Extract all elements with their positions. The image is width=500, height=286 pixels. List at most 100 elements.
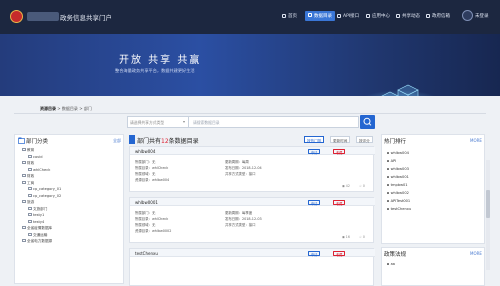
nav-mailbox[interactable]: 政府信箱	[426, 13, 450, 19]
ranking-item[interactable]: whlbw004	[387, 151, 409, 155]
file-icon	[28, 213, 32, 217]
favorite-button[interactable]: 收藏	[333, 199, 346, 206]
folder-icon	[22, 148, 26, 152]
view-count: ◉ 42	[342, 184, 350, 188]
ranking-item[interactable]: whlbw001	[387, 175, 409, 179]
folder-icon	[22, 180, 26, 184]
user-login-status[interactable]: 未登录	[475, 13, 489, 19]
file-icon	[28, 187, 32, 191]
hot-ranking-more-link[interactable]: MORE	[470, 138, 482, 143]
file-icon	[28, 206, 32, 210]
card-field: 发布日期：2018-12-03	[225, 217, 262, 221]
department-category-title: 部门分类	[26, 139, 49, 145]
favorite-button[interactable]: 收藏	[333, 148, 346, 155]
card-field: 更新周期：每季度	[225, 211, 253, 215]
catalog-icon	[308, 13, 312, 17]
hot-ranking-title: 热门排行	[384, 139, 407, 145]
card-field: 共享方式类型：接口	[225, 172, 256, 176]
tree-item[interactable]: 工商	[22, 181, 34, 186]
chevron-down-icon	[183, 121, 185, 123]
card-field: 所属目录：whlCheck	[135, 217, 169, 221]
tree-item[interactable]: covid	[28, 155, 43, 159]
nav-app-center[interactable]: 应用中心	[366, 13, 390, 19]
emblem-logo[interactable]	[10, 10, 23, 23]
card-field: 资源目录：whlbw0002	[135, 229, 172, 233]
folder-icon	[22, 226, 26, 230]
catalog-card[interactable]: whlbw004 申请 收藏 所属部门：无 所属目录：whlCheck 所属领域…	[129, 146, 375, 192]
policy-title: 政策法规	[384, 252, 407, 258]
card-field: 更新周期：每周	[225, 160, 249, 164]
tree-item[interactable]: 旅游	[22, 200, 34, 205]
search-icon	[363, 117, 372, 126]
ranking-item[interactable]: APITest001	[387, 199, 410, 203]
apply-button[interactable]: 申请	[308, 148, 321, 155]
apply-button[interactable]: 申请	[308, 199, 321, 206]
card-field: 发布日期：2018-12-04	[225, 166, 262, 170]
tree-item[interactable]: whlCheck	[28, 168, 50, 172]
file-icon	[28, 167, 32, 171]
mail-icon	[426, 13, 430, 18]
search-input[interactable]: 请搜索数据目录	[190, 116, 358, 128]
tree-item[interactable]: 财政	[22, 161, 34, 166]
folder-icon	[22, 239, 26, 243]
home-icon	[282, 13, 286, 18]
catalog-card[interactable]: testChenxu 申请 收藏	[129, 248, 375, 286]
sort-rating-button[interactable]: 按评分	[356, 136, 373, 143]
search-button[interactable]	[360, 115, 375, 129]
sort-hot-button[interactable]: 按热门排	[304, 136, 325, 143]
nav-catalog[interactable]: 数据目录	[305, 10, 335, 21]
ranking-item[interactable]: testChenxu	[387, 207, 411, 211]
view-count: ◉ 16	[342, 235, 350, 239]
file-icon	[28, 193, 32, 197]
star-count: ☆ 0	[359, 235, 365, 239]
apply-button[interactable]: 申请	[308, 250, 321, 257]
file-icon	[28, 219, 32, 223]
nav-api[interactable]: API接口	[337, 13, 359, 19]
tree-item[interactable]: cp_category_01	[28, 187, 61, 191]
star-count: ☆ 0	[359, 184, 365, 188]
breadcrumb-item-root[interactable]: 资源目录	[40, 106, 56, 111]
policy-item[interactable]: aa	[387, 262, 395, 266]
card-field: 所属目录：whlCheck	[135, 166, 169, 170]
category-all-link[interactable]: 全部	[113, 138, 121, 144]
policy-more-link[interactable]: MORE	[470, 251, 482, 256]
nav-home[interactable]: 首页	[282, 13, 297, 19]
card-field: 共享方式类型：接口	[225, 223, 256, 227]
folder-icon	[22, 200, 26, 204]
banner-subtitle: 整合海量政务共享平台，数据共建更好生活	[115, 68, 195, 73]
tree-item[interactable]: 教育	[22, 148, 34, 153]
share-type-select[interactable]: 请选择共享方式类型	[127, 116, 189, 128]
catalog-count: 12	[161, 138, 169, 145]
app-icon	[366, 13, 370, 18]
tree-item[interactable]: 文旅部门	[28, 207, 47, 212]
sort-update-button[interactable]: 更新时间	[330, 136, 351, 143]
breadcrumb-item-department[interactable]: 部门	[84, 106, 92, 111]
user-avatar[interactable]	[462, 10, 473, 21]
ranking-item[interactable]: whlbw002	[387, 191, 409, 195]
divider	[14, 113, 486, 114]
tree-item[interactable]: 全省疫情数据库	[22, 226, 52, 231]
tree-item[interactable]: cp_category_02	[28, 194, 61, 198]
card-field: 所属部门：无	[135, 211, 156, 215]
card-title[interactable]: whlbw004	[135, 149, 155, 154]
tree-item[interactable]: 财政	[22, 174, 34, 179]
tree-item[interactable]: testy1	[28, 213, 44, 217]
catalog-card[interactable]: whlbw0001 申请 收藏 所属部门：无 所属目录：whlCheck 所属领…	[129, 197, 375, 243]
nav-news[interactable]: 共享动态	[396, 13, 420, 19]
folder-tree-icon	[18, 137, 25, 144]
breadcrumb: 资源目录 > 数据目录 > 部门	[40, 106, 92, 111]
ranking-item[interactable]: whlbw003	[387, 167, 409, 171]
tree-item[interactable]: testy4	[28, 220, 44, 224]
favorite-button[interactable]: 收藏	[333, 250, 346, 257]
folder-icon	[22, 174, 26, 178]
site-title[interactable]: 政务信息共享门户	[60, 12, 112, 22]
ranking-item[interactable]: API	[387, 159, 396, 163]
card-title[interactable]: testChenxu	[135, 251, 158, 256]
scrollbar-thumb[interactable]	[486, 190, 490, 218]
card-title[interactable]: whlbw0001	[135, 200, 158, 205]
ranking-item[interactable]: tmpbw01	[387, 183, 408, 187]
breadcrumb-item-catalog[interactable]: 数据目录	[62, 106, 78, 111]
tree-item[interactable]: 交通运输	[28, 233, 47, 238]
news-icon	[396, 13, 400, 18]
tree-item[interactable]: 全省电力数据源	[22, 239, 52, 244]
